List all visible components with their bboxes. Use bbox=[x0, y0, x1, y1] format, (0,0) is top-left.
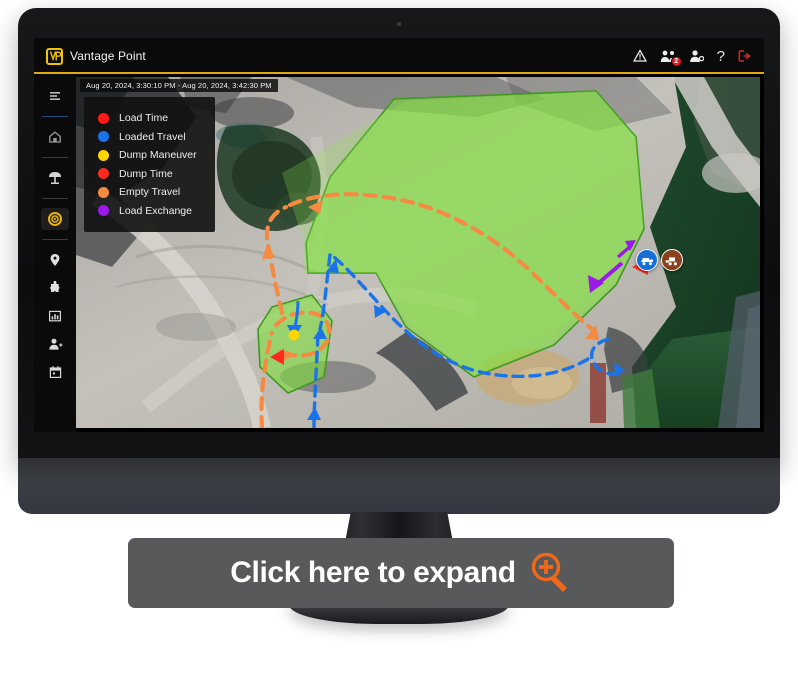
screenshot-root: Vantage Point 2 ? Aug 20, 2024, 3:30:10 … bbox=[0, 0, 798, 675]
webcam-dot bbox=[397, 22, 401, 26]
vp-monogram-icon bbox=[46, 47, 63, 65]
legend-swatch-load-exchange bbox=[98, 205, 109, 217]
legend-label: Dump Time bbox=[119, 167, 173, 180]
sidebar-item-menu[interactable] bbox=[41, 85, 69, 107]
sidebar-divider bbox=[42, 116, 68, 117]
sidebar-divider bbox=[42, 198, 68, 199]
legend-item: Empty Travel bbox=[98, 183, 197, 202]
timestamp-chip: Aug 20, 2024, 3:30:10 PM - Aug 20, 2024,… bbox=[80, 79, 278, 92]
sidebar-divider bbox=[42, 239, 68, 240]
legend-swatch-empty-travel bbox=[98, 186, 109, 198]
header-actions: 2 ? bbox=[632, 49, 752, 67]
sidebar-item-schedule[interactable] bbox=[41, 361, 69, 383]
sidebar-item-cycle-analysis[interactable] bbox=[41, 208, 69, 230]
help-question-icon[interactable]: ? bbox=[717, 49, 725, 64]
loader-marker[interactable] bbox=[661, 249, 683, 271]
legend-swatch-dump-maneuver bbox=[98, 149, 109, 161]
expand-button[interactable]: Click here to expand bbox=[128, 538, 674, 608]
sidebar-item-home[interactable] bbox=[41, 126, 69, 148]
app-body: Aug 20, 2024, 3:30:10 PM - Aug 20, 2024,… bbox=[34, 74, 764, 432]
notification-badge: 2 bbox=[670, 56, 682, 67]
notifications-user-icon[interactable]: 2 bbox=[660, 49, 682, 67]
app-header: Vantage Point 2 ? bbox=[34, 38, 764, 74]
user-settings-icon[interactable] bbox=[689, 49, 704, 63]
legend-item: Dump Time bbox=[98, 165, 197, 184]
brand-name: Vantage Point bbox=[70, 49, 146, 63]
legend-swatch-loaded-travel bbox=[98, 131, 109, 143]
map-panel: Aug 20, 2024, 3:30:10 PM - Aug 20, 2024,… bbox=[76, 74, 764, 432]
sidebar-divider bbox=[42, 157, 68, 158]
magnifier-plus-icon bbox=[531, 552, 567, 592]
sidebar-item-integrations[interactable] bbox=[41, 277, 69, 299]
legend-item: Dump Maneuver bbox=[98, 146, 197, 165]
brand: Vantage Point bbox=[46, 47, 146, 65]
warning-triangle-icon[interactable] bbox=[632, 49, 647, 63]
legend-swatch-dump-time bbox=[98, 168, 109, 180]
legend-label: Load Exchange bbox=[119, 204, 192, 217]
sidebar-item-site[interactable] bbox=[41, 167, 69, 189]
haul-truck-marker[interactable] bbox=[636, 249, 658, 271]
legend-label: Load Time bbox=[119, 112, 169, 125]
legend-label: Empty Travel bbox=[119, 186, 181, 199]
legend-swatch-load-time bbox=[98, 112, 109, 124]
monitor-screen: Vantage Point 2 ? Aug 20, 2024, 3:30:10 … bbox=[34, 38, 764, 432]
map-legend: Load Time Loaded Travel Dump Maneuver Du… bbox=[84, 97, 215, 232]
logout-icon[interactable] bbox=[738, 49, 752, 63]
legend-label: Dump Maneuver bbox=[119, 149, 197, 162]
sidebar-item-operators[interactable] bbox=[41, 333, 69, 355]
monitor-chin bbox=[18, 458, 780, 514]
sidebar-item-locations[interactable] bbox=[41, 249, 69, 271]
sidebar-item-reports[interactable] bbox=[41, 305, 69, 327]
legend-item: Load Exchange bbox=[98, 202, 197, 221]
sidebar bbox=[34, 74, 76, 432]
dump-maneuver-marker bbox=[288, 329, 300, 341]
legend-item: Load Time bbox=[98, 109, 197, 128]
expand-label: Click here to expand bbox=[230, 556, 516, 589]
map-canvas[interactable]: Aug 20, 2024, 3:30:10 PM - Aug 20, 2024,… bbox=[76, 77, 760, 428]
legend-label: Loaded Travel bbox=[119, 130, 186, 143]
legend-item: Loaded Travel bbox=[98, 128, 197, 147]
